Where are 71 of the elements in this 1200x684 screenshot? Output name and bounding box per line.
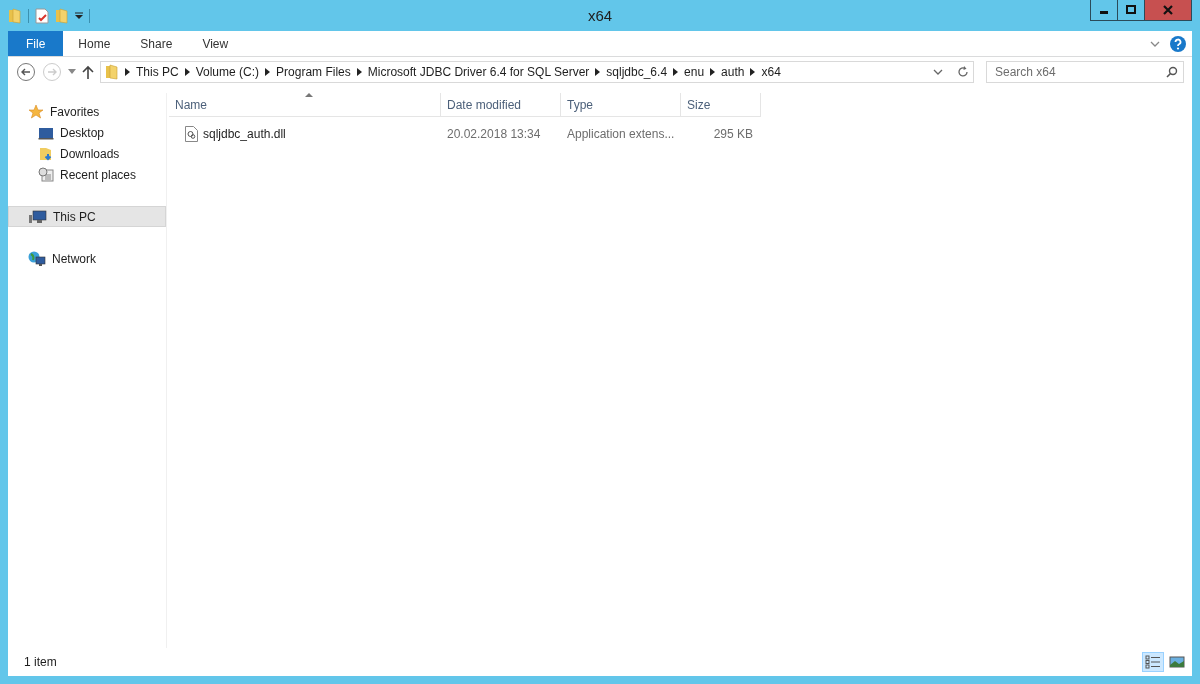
nav-item[interactable]: Downloads: [8, 143, 166, 164]
large-icons-view-icon: [1169, 655, 1185, 669]
column-header[interactable]: Name: [169, 93, 441, 116]
nav-item[interactable]: Network: [8, 248, 166, 269]
nav-label: Network: [52, 251, 96, 266]
column-header[interactable]: Size: [681, 93, 761, 116]
breadcrumb[interactable]: This PC: [136, 65, 179, 79]
breadcrumb[interactable]: Program Files: [276, 65, 351, 79]
file-name: sqljdbc_auth.dll: [203, 127, 286, 141]
dropdown-icon[interactable]: [933, 68, 943, 76]
chevron-icon[interactable]: [595, 68, 601, 76]
date-cell-text: 20.02.2018 13:34: [446, 127, 542, 141]
computer-icon: [29, 209, 47, 224]
chevron-icon[interactable]: [125, 68, 130, 76]
desktop-icon: [38, 125, 54, 140]
chevron-icon[interactable]: [673, 68, 679, 76]
star-icon: [28, 103, 44, 120]
nav-label: This PC: [53, 209, 96, 224]
search-field[interactable]: Search x64: [986, 61, 1184, 83]
dll-file-icon: [185, 126, 198, 142]
breadcrumb[interactable]: Volume (C:): [195, 65, 260, 79]
recent-locations-icon[interactable]: [68, 69, 76, 75]
type-cell-text: Application extens...: [566, 127, 676, 141]
breadcrumb[interactable]: auth: [721, 65, 745, 79]
maximize-icon: [1126, 5, 1136, 15]
nav-label: Favorites: [50, 104, 100, 119]
file-name-cell[interactable]: sqljdbc_auth.dll: [169, 126, 441, 142]
search-icon: [1166, 66, 1178, 78]
folder-icon: [105, 64, 119, 80]
file-menu-button[interactable]: File: [8, 31, 64, 56]
size-cell-text: 295 KB: [712, 127, 754, 141]
back-button[interactable]: [16, 62, 36, 82]
close-button[interactable]: [1145, 0, 1191, 20]
breadcrumb[interactable]: Microsoft JDBC Driver 6.4 for SQL Server: [367, 65, 590, 79]
item-count: 1 item: [24, 655, 57, 669]
chevron-icon[interactable]: [710, 68, 716, 76]
help-icon[interactable]: [1170, 35, 1186, 52]
chevron-icon[interactable]: [184, 68, 190, 76]
breadcrumb[interactable]: sqljdbc_6.4: [606, 65, 668, 79]
downloads-folder-icon: [38, 145, 54, 162]
network-icon: [28, 250, 46, 267]
nav-item[interactable]: Desktop: [8, 122, 166, 143]
nav-item[interactable]: Favorites: [8, 101, 166, 122]
details-view-icon: [1145, 655, 1161, 669]
nav-item[interactable]: This PC: [8, 206, 166, 227]
ribbon-tab[interactable]: View: [187, 31, 244, 56]
refresh-icon[interactable]: [957, 66, 969, 78]
nav-label: Recent places: [60, 167, 137, 182]
expand-ribbon-icon[interactable]: [1150, 39, 1160, 48]
recent-places-icon: [38, 166, 54, 183]
column-header[interactable]: Date modified: [441, 93, 561, 116]
nav-label: Desktop: [60, 125, 105, 140]
up-button[interactable]: [82, 65, 94, 79]
close-icon: [1163, 5, 1173, 15]
breadcrumb[interactable]: enu: [684, 65, 705, 79]
properties-icon[interactable]: [35, 7, 49, 24]
chevron-icon[interactable]: [356, 68, 362, 76]
new-folder-icon: [55, 7, 69, 24]
folder-icon: [8, 7, 22, 24]
nav-item[interactable]: Recent places: [8, 164, 166, 185]
window-title: x64: [587, 7, 613, 24]
breadcrumb[interactable]: x64: [761, 65, 781, 79]
chevron-icon[interactable]: [750, 68, 756, 76]
dropdown-icon[interactable]: [75, 11, 83, 20]
ribbon-tab[interactable]: Share: [125, 31, 188, 56]
column-header[interactable]: Type: [561, 93, 681, 116]
ribbon-tab[interactable]: Home: [63, 31, 126, 56]
chevron-icon[interactable]: [265, 68, 271, 76]
address-bar[interactable]: This PC Volume (C:) Program Files Microsoft JDBC Driver 6.4 for SQL Server sqljdbc_6.4 enu auth x64: [100, 61, 974, 83]
nav-label: Downloads: [60, 146, 120, 161]
view-button[interactable]: [1142, 652, 1164, 672]
